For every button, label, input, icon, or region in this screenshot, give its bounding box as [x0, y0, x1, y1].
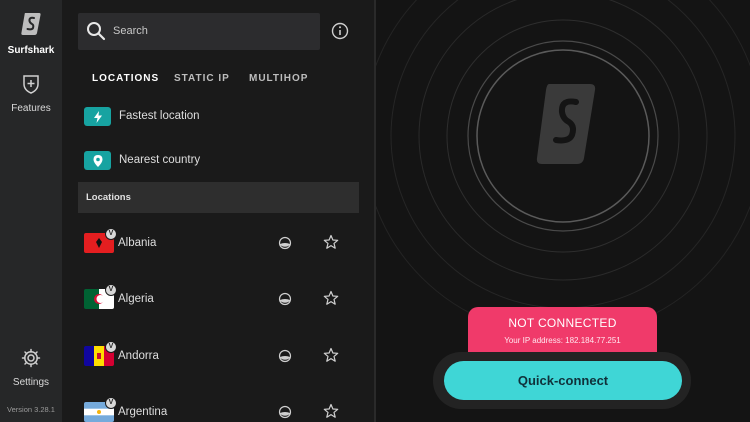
ping-icon [278, 349, 292, 363]
ping-icon [278, 236, 292, 250]
tab-multihop[interactable]: MULTIHOP [249, 73, 308, 84]
locations-section-header: Locations [78, 182, 359, 213]
location-tabs: LOCATIONS STATIC IP MULTIHOP [62, 73, 374, 87]
location-pin-icon [84, 151, 111, 170]
search-placeholder: Search [113, 25, 148, 37]
ping-icon [278, 405, 292, 419]
virtual-location-badge: V [105, 284, 117, 296]
nearest-country-label: Nearest country [119, 154, 201, 166]
surfshark-logo-icon [21, 13, 41, 35]
ping-icon [278, 292, 292, 306]
sidebar-item-features[interactable]: Features [0, 74, 62, 114]
quick-connect-container: Quick-connect [433, 352, 691, 409]
star-icon[interactable] [323, 347, 339, 363]
app-sidebar: Surfshark Features Settings Version 3.28… [0, 0, 62, 422]
quick-connect-button[interactable]: Quick-connect [444, 361, 682, 400]
fastest-location-item[interactable]: Fastest location [84, 107, 354, 129]
ip-address-text: Your IP address: 182.184.77.251 [504, 336, 621, 345]
bolt-icon [84, 107, 111, 126]
virtual-location-badge: V [105, 397, 117, 409]
info-icon[interactable] [331, 22, 349, 40]
location-name: Argentina [118, 406, 168, 418]
sidebar-brand-label: Surfshark [7, 45, 55, 56]
location-name: Albania [118, 237, 157, 249]
sidebar-settings-label: Settings [12, 377, 50, 388]
version-label: Version 3.28.1 [7, 405, 55, 414]
connection-status-text: NOT CONNECTED [508, 316, 617, 330]
locations-panel: Search LOCATIONS STATIC IP MULTIHOP Fast… [62, 0, 374, 422]
location-row-argentina[interactable]: V Argentina [78, 395, 359, 422]
location-name: Andorra [118, 350, 159, 362]
sidebar-item-surfshark[interactable]: Surfshark [0, 12, 62, 56]
virtual-location-badge: V [105, 228, 117, 240]
sidebar-features-label: Features [11, 103, 51, 114]
section-header-label: Locations [86, 192, 131, 203]
search-icon [87, 22, 106, 41]
star-icon[interactable] [323, 234, 339, 250]
nearest-country-item[interactable]: Nearest country [84, 151, 354, 173]
tab-locations[interactable]: LOCATIONS [92, 73, 159, 84]
surfshark-logo-icon [536, 84, 596, 164]
fastest-location-label: Fastest location [119, 110, 200, 122]
star-icon[interactable] [323, 290, 339, 306]
sidebar-item-settings[interactable]: Settings [0, 348, 62, 388]
gear-icon [21, 348, 41, 368]
tab-static-ip[interactable]: STATIC IP [174, 73, 230, 84]
connection-panel: NOT CONNECTED Your IP address: 182.184.7… [376, 0, 750, 422]
location-name: Algeria [118, 293, 154, 305]
search-input[interactable]: Search [78, 13, 320, 50]
star-icon[interactable] [323, 403, 339, 419]
virtual-location-badge: V [105, 341, 117, 353]
location-row-algeria[interactable]: V Algeria [78, 282, 359, 312]
location-row-andorra[interactable]: V Andorra [78, 339, 359, 369]
location-row-albania[interactable]: V Albania [78, 226, 359, 256]
shield-plus-icon [23, 75, 39, 94]
